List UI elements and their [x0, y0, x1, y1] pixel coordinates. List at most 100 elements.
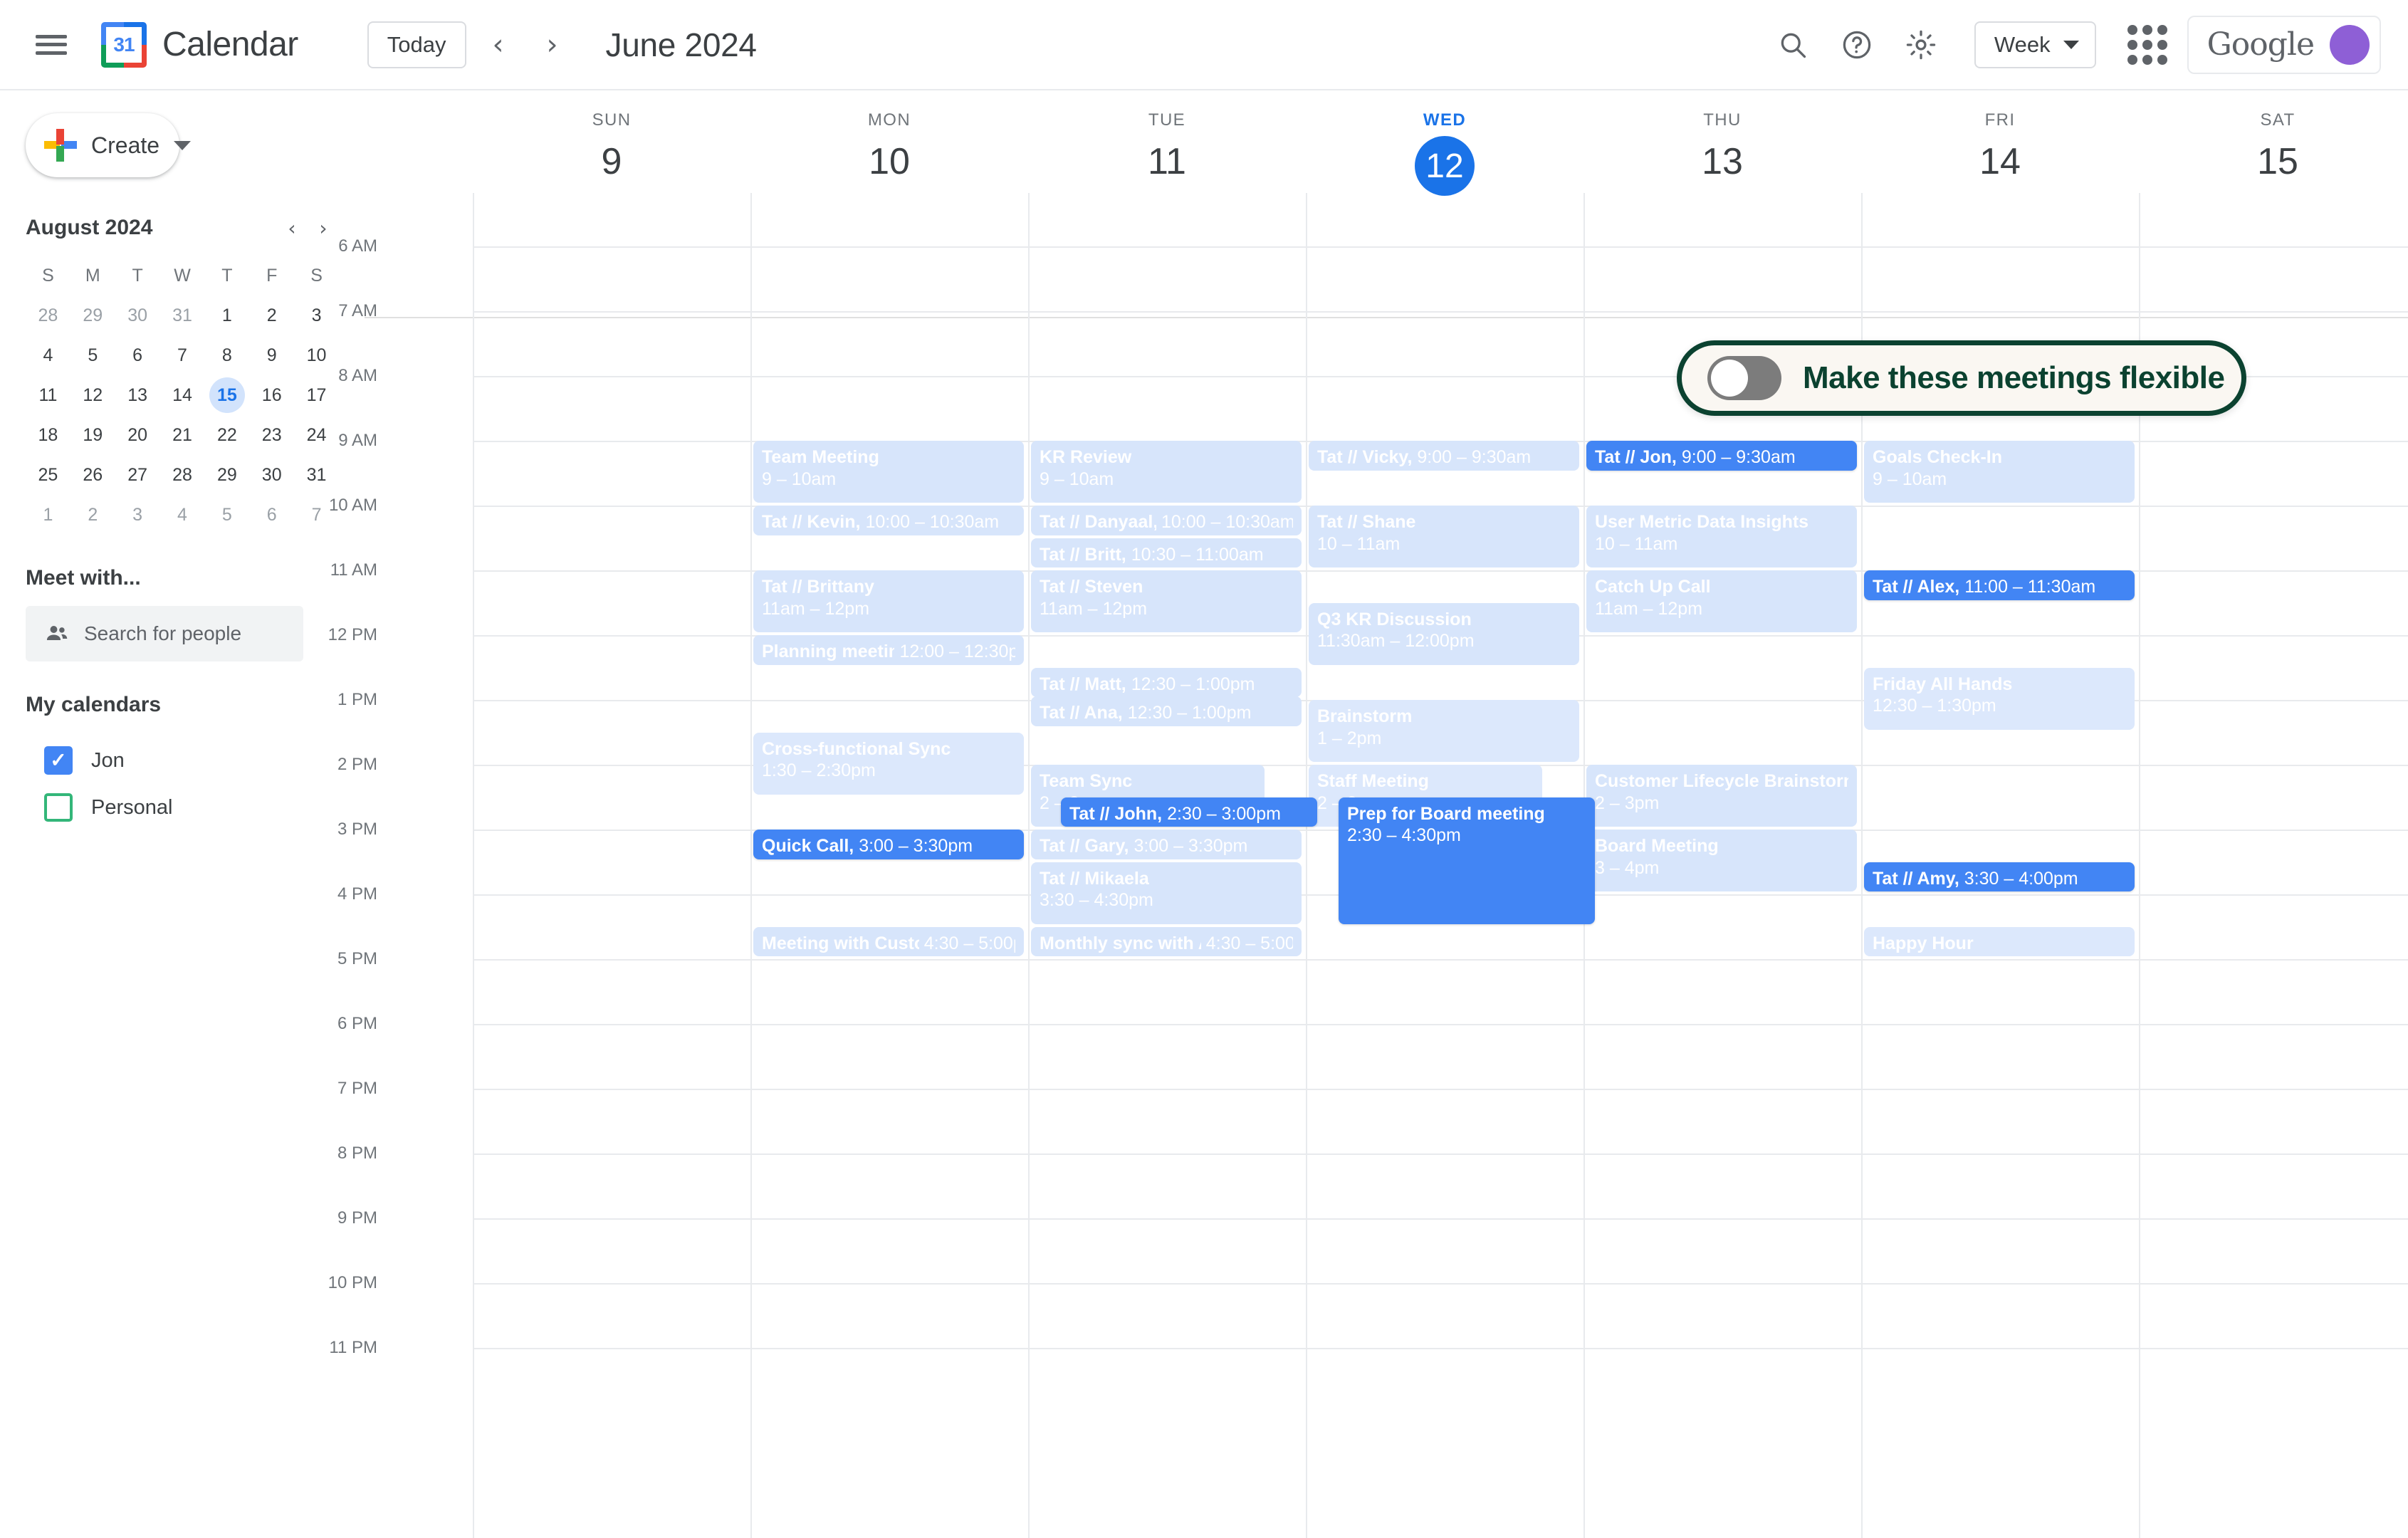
- day-header-thu[interactable]: THU 13: [1583, 90, 1861, 183]
- calendar-event[interactable]: Happy Hour: [1864, 926, 2135, 956]
- mini-day-cell[interactable]: 7: [160, 335, 205, 375]
- calendar-event[interactable]: Tat // John, 2:30 – 3:00pm: [1061, 797, 1317, 827]
- event-time: 11:30am – 12:00pm: [1317, 631, 1475, 651]
- calendar-event[interactable]: Board Meeting 3 – 4pm: [1586, 830, 1857, 891]
- mini-day-cell[interactable]: 6: [115, 335, 160, 375]
- current-range-title: June 2024: [605, 26, 757, 63]
- calendar-event[interactable]: Tat // Kevin, 10:00 – 10:30am: [753, 506, 1024, 535]
- search-icon[interactable]: [1771, 23, 1815, 67]
- hour-label: 9 AM: [338, 431, 377, 450]
- day-header-mon[interactable]: MON 10: [750, 90, 1028, 183]
- mini-day-cell[interactable]: 1: [204, 295, 249, 335]
- event-title: Tat // Gary,: [1040, 836, 1129, 856]
- calendar-checkbox[interactable]: ✓: [44, 746, 73, 775]
- mini-day-cell[interactable]: 2: [70, 495, 115, 535]
- calendar-event[interactable]: Tat // Danyaal, 10:00 – 10:30am: [1031, 506, 1302, 535]
- mini-day-cell[interactable]: 31: [294, 455, 339, 495]
- mini-day-cell[interactable]: 5: [70, 335, 115, 375]
- calendar-event[interactable]: Tat // Steven 11am – 12pm: [1031, 570, 1302, 632]
- mini-day-cell[interactable]: 29: [70, 295, 115, 335]
- calendar-event[interactable]: Tat // Vicky, 9:00 – 9:30am: [1309, 441, 1579, 471]
- mini-day-cell[interactable]: 3: [115, 495, 160, 535]
- calendar-event[interactable]: Tat // Mikaela 3:30 – 4:30pm: [1031, 862, 1302, 924]
- next-week-icon[interactable]: ›: [530, 23, 575, 67]
- mini-day-cell[interactable]: 31: [160, 295, 205, 335]
- mini-day-cell[interactable]: 26: [70, 455, 115, 495]
- create-button[interactable]: Create: [26, 113, 192, 177]
- day-header-sat[interactable]: SAT 15: [2139, 90, 2408, 183]
- calendar-event[interactable]: Cross-functional Sync 1:30 – 2:30pm: [753, 732, 1024, 795]
- mini-day-cell[interactable]: 1: [26, 495, 70, 535]
- mini-day-cell[interactable]: 30: [115, 295, 160, 335]
- day-of-week-label: FRI: [1984, 110, 2016, 130]
- calendar-event[interactable]: Tat // Brittany 11am – 12pm: [753, 570, 1024, 632]
- calendar-logo-day: 31: [106, 26, 142, 63]
- mini-day-cell[interactable]: 14: [160, 375, 205, 415]
- day-number: 12: [1415, 136, 1475, 196]
- calendar-event[interactable]: Tat // Amy, 3:30 – 4:00pm: [1864, 862, 2135, 891]
- mini-day-cell[interactable]: 27: [115, 455, 160, 495]
- calendar-event[interactable]: Q3 KR Discussion 11:30am – 12:00pm: [1309, 602, 1579, 665]
- mini-day-cell[interactable]: 29: [204, 455, 249, 495]
- calendar-event[interactable]: Brainstorm 1 – 2pm: [1309, 700, 1579, 762]
- mini-day-cell[interactable]: 20: [115, 415, 160, 455]
- day-gridline-stub: [1306, 193, 1307, 229]
- google-apps-icon[interactable]: [2127, 24, 2167, 65]
- avatar[interactable]: [2330, 24, 2370, 65]
- mini-day-cell[interactable]: 11: [26, 375, 70, 415]
- calendar-event[interactable]: Team Meeting 9 – 10am: [753, 441, 1024, 503]
- calendar-event[interactable]: Friday All Hands 12:30 – 1:30pm: [1864, 667, 2135, 730]
- mini-day-cell[interactable]: 28: [160, 455, 205, 495]
- calendar-event[interactable]: Quick Call, 3:00 – 3:30pm: [753, 830, 1024, 859]
- event-title: Prep for Board meeting: [1347, 803, 1545, 824]
- help-icon[interactable]: [1835, 23, 1879, 67]
- day-header-tue[interactable]: TUE 11: [1028, 90, 1306, 183]
- mini-day-cell[interactable]: 30: [249, 455, 294, 495]
- mini-day-cell[interactable]: 22: [204, 415, 249, 455]
- day-header-sun[interactable]: SUN 9: [473, 90, 750, 183]
- view-mode-select[interactable]: Week: [1974, 21, 2096, 68]
- calendar-event[interactable]: Tat // Matt, 12:30 – 1:00pm: [1031, 667, 1302, 697]
- mini-day-cell[interactable]: 21: [160, 415, 205, 455]
- mini-day-cell[interactable]: 13: [115, 375, 160, 415]
- mini-day-cell[interactable]: 8: [204, 335, 249, 375]
- mini-day-cell[interactable]: 5: [204, 495, 249, 535]
- mini-day-cell[interactable]: 25: [26, 455, 70, 495]
- search-people-input[interactable]: Search for people: [26, 606, 303, 661]
- calendar-event[interactable]: Tat // Jon, 9:00 – 9:30am: [1586, 441, 1857, 471]
- calendar-event[interactable]: Tat // Alex, 11:00 – 11:30am: [1864, 570, 2135, 600]
- calendar-event[interactable]: Catch Up Call 11am – 12pm: [1586, 570, 1857, 632]
- calendar-event[interactable]: Meeting with Customer4:30 – 5:00pm: [753, 926, 1024, 956]
- mini-day-cell[interactable]: 15: [204, 375, 249, 415]
- calendar-event[interactable]: Tat // Gary, 3:00 – 3:30pm: [1031, 830, 1302, 859]
- mini-calendar-grid[interactable]: S M T W T F S 28 29 30 31 1 2 3 4 5 6 7 8 9 10 11 12 13 14 15 16 17…: [26, 256, 339, 535]
- previous-week-icon[interactable]: ‹: [476, 23, 520, 67]
- calendar-checkbox[interactable]: [44, 793, 73, 822]
- flexible-meetings-toggle[interactable]: [1707, 356, 1781, 400]
- day-header-fri[interactable]: FRI 14: [1861, 90, 2139, 183]
- calendar-event[interactable]: Monthly sync with Alexa,4:30 – 5:00pm: [1031, 926, 1302, 956]
- make-meetings-flexible-banner[interactable]: Make these meetings flexible: [1677, 340, 2246, 416]
- day-header-wed[interactable]: WED 12: [1306, 90, 1583, 196]
- calendar-event[interactable]: KR Review 9 – 10am: [1031, 441, 1302, 503]
- today-button[interactable]: Today: [367, 21, 466, 68]
- mini-day-cell[interactable]: 4: [160, 495, 205, 535]
- mini-day-cell[interactable]: 28: [26, 295, 70, 335]
- calendar-event[interactable]: User Metric Data Insights 10 – 11am: [1586, 506, 1857, 567]
- calendar-event[interactable]: Customer Lifecycle Brainstorm 2 – 3pm: [1586, 765, 1857, 827]
- calendar-event[interactable]: Prep for Board meeting 2:30 – 4:30pm: [1339, 797, 1595, 924]
- day-of-week-label: TUE: [1148, 110, 1186, 130]
- calendar-event[interactable]: Tat // Shane 10 – 11am: [1309, 506, 1579, 567]
- hour-label: 6 PM: [337, 1014, 377, 1033]
- mini-day-cell[interactable]: 19: [70, 415, 115, 455]
- calendar-event[interactable]: Planning meeting,12:00 – 12:30pm: [753, 635, 1024, 665]
- mini-day-cell[interactable]: 12: [70, 375, 115, 415]
- main-menu-icon[interactable]: [33, 31, 70, 59]
- calendar-event[interactable]: Tat // Britt, 10:30 – 11:00am: [1031, 538, 1302, 567]
- calendar-event[interactable]: Goals Check-In 9 – 10am: [1864, 441, 2135, 503]
- calendar-event[interactable]: Tat // Ana, 12:30 – 1:00pm: [1031, 696, 1302, 726]
- mini-day-cell[interactable]: 4: [26, 335, 70, 375]
- account-chip[interactable]: Google: [2187, 15, 2381, 74]
- gear-icon[interactable]: [1899, 23, 1943, 67]
- mini-day-cell[interactable]: 18: [26, 415, 70, 455]
